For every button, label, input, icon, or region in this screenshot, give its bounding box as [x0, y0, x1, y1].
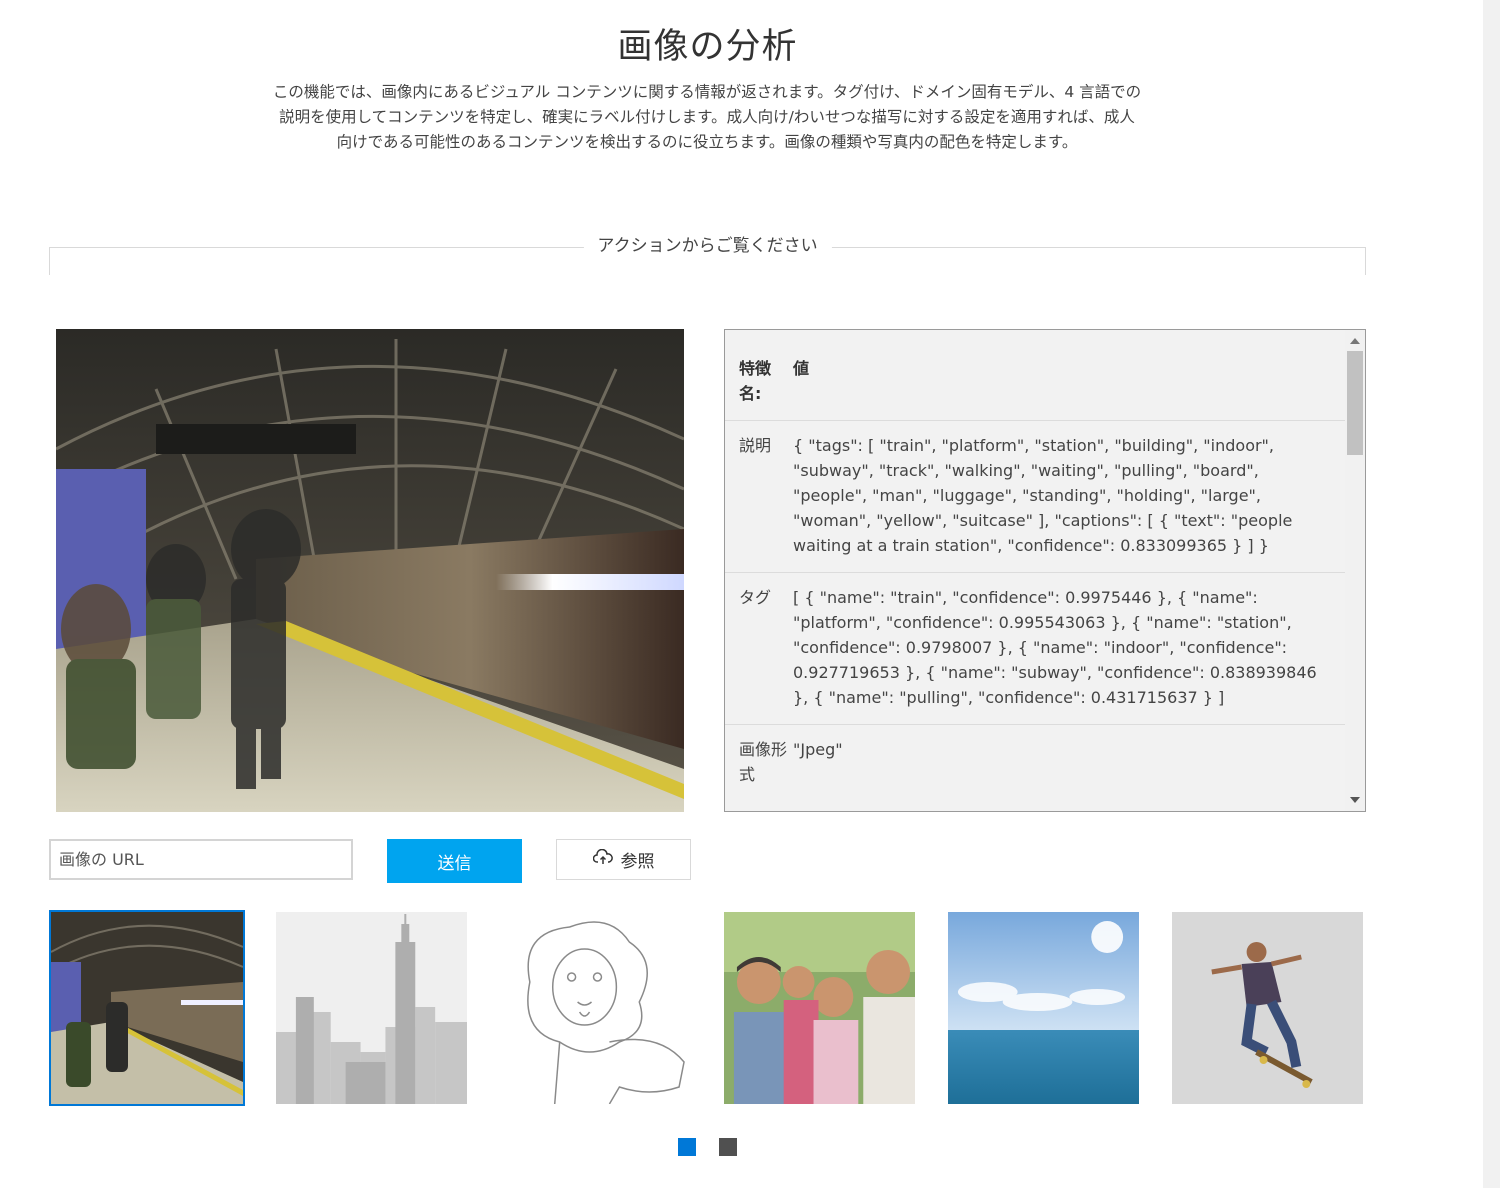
- scrollbar-thumb[interactable]: [1347, 351, 1363, 455]
- feature-key: 画像形式: [725, 724, 793, 801]
- thumbnail-lion-drawing[interactable]: [500, 912, 691, 1104]
- thumbnail-ocean-sky[interactable]: [948, 912, 1139, 1104]
- table-row: 画像形式 "Jpeg": [725, 724, 1345, 801]
- submit-button[interactable]: 送信: [387, 839, 522, 883]
- feature-name-header: 特徴名:: [739, 359, 772, 403]
- feature-key: 説明: [725, 420, 793, 573]
- page-title: 画像の分析: [617, 27, 798, 67]
- feature-value: { "tags": [ "train", "platform", "statio…: [793, 420, 1345, 573]
- thumbnail-family-photo[interactable]: [724, 912, 915, 1104]
- thumbnail-skateboarder[interactable]: [1172, 912, 1363, 1104]
- feature-value: [ { "name": "train", "confidence": 0.997…: [793, 572, 1345, 725]
- browse-label: 参照: [620, 852, 655, 872]
- cloud-upload-icon: [592, 848, 613, 870]
- analyzed-image: [56, 329, 684, 812]
- table-row: 説明 { "tags": [ "train", "platform", "sta…: [725, 420, 1345, 573]
- page-scrollbar[interactable]: [1483, 0, 1500, 1188]
- value-header: 値: [793, 359, 810, 378]
- scroll-up-arrow-icon[interactable]: [1350, 338, 1360, 344]
- image-url-input[interactable]: [49, 839, 353, 880]
- thumbnail-subway-platform[interactable]: [49, 910, 245, 1106]
- page-description: この機能では、画像内にあるビジュアル コンテンツに関する情報が返されます。タグ付…: [272, 83, 1142, 151]
- pagination-dot-1[interactable]: [678, 1138, 696, 1156]
- feature-key: タグ: [725, 572, 793, 725]
- browse-button[interactable]: 参照: [556, 839, 691, 880]
- thumbnail-city-skyline[interactable]: [276, 912, 467, 1104]
- scroll-down-arrow-icon[interactable]: [1350, 797, 1360, 803]
- results-header-row: 特徴名: 値: [725, 330, 1345, 421]
- section-label: アクションからご覧ください: [583, 233, 832, 259]
- section-divider: アクションからご覧ください: [49, 233, 1366, 275]
- results-panel[interactable]: 特徴名: 値 説明 { "tags": [ "train", "platform…: [724, 329, 1366, 812]
- table-row: タグ [ { "name": "train", "confidence": 0.…: [725, 572, 1345, 725]
- results-table: 特徴名: 値 説明 { "tags": [ "train", "platform…: [725, 330, 1345, 801]
- results-scrollbar[interactable]: [1345, 330, 1365, 811]
- feature-value: "Jpeg": [793, 724, 1345, 801]
- pagination-dot-2[interactable]: [719, 1138, 737, 1156]
